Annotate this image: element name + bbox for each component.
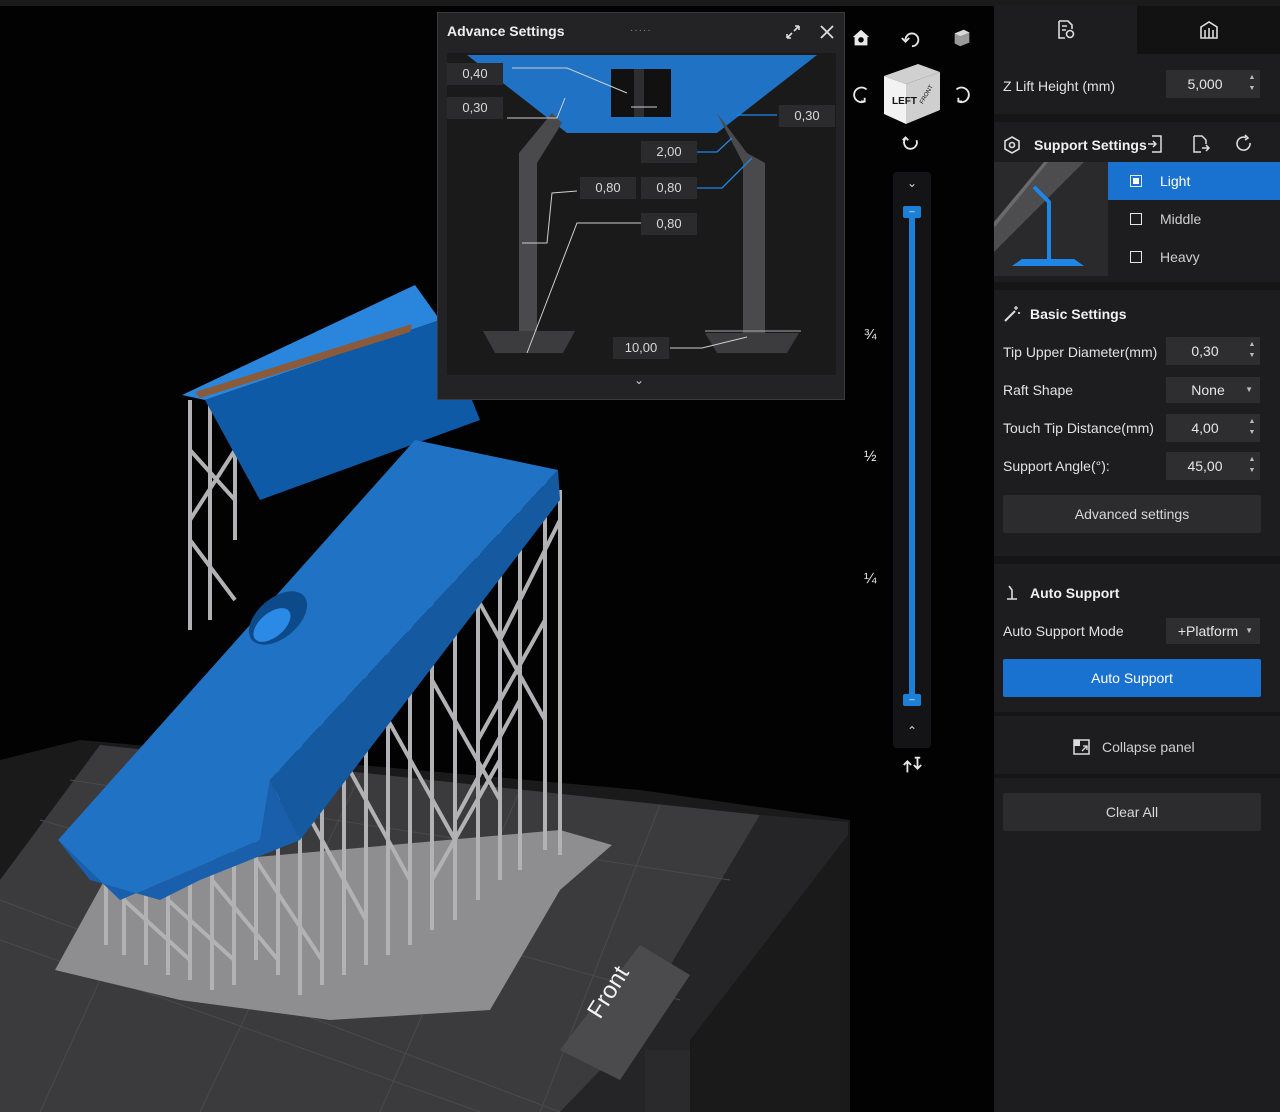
- rotate-right-icon[interactable]: [948, 81, 976, 109]
- slider-bottom-handle[interactable]: –: [903, 694, 921, 706]
- checkbox-icon: [1130, 213, 1142, 225]
- tip-upper-label: Tip Upper Diameter(mm): [1003, 344, 1158, 360]
- rotate-left-icon[interactable]: [847, 81, 875, 109]
- raft-shape-label: Raft Shape: [1003, 382, 1074, 398]
- touch-tip-label: Touch Tip Distance(mm): [1003, 420, 1154, 436]
- diagram-left-support: [519, 113, 562, 333]
- divider: [994, 712, 1280, 716]
- tip-right-value: 0,30: [779, 105, 835, 127]
- support-settings-title: Support Settings: [1034, 137, 1147, 153]
- divider: [994, 774, 1280, 778]
- basic-settings-title: Basic Settings: [1030, 306, 1127, 322]
- divider: [994, 282, 1280, 290]
- view-cube[interactable]: LEFT FRONT: [878, 58, 948, 130]
- layer-range-icon[interactable]: [898, 751, 926, 779]
- support-angle-label: Support Angle(°):: [1003, 458, 1110, 474]
- support-diameter-left-value: 0,80: [580, 177, 636, 199]
- slider-label-quarter: ¼: [864, 570, 877, 587]
- slider-label-half: ½: [864, 448, 877, 465]
- layer-slider-track[interactable]: [909, 216, 915, 706]
- z-lift-stepper[interactable]: ▲ ▼: [1246, 72, 1258, 96]
- checkbox-icon: [1130, 251, 1142, 263]
- auto-support-mode-value: +Platform: [1177, 623, 1239, 639]
- cube-left-label: LEFT: [892, 96, 917, 107]
- reset-icon[interactable]: [1230, 130, 1258, 158]
- slider-label-three-quarters: ¾: [864, 326, 877, 343]
- collapse-panel-label: Collapse panel: [1102, 739, 1195, 755]
- support-tab-icon: [1199, 21, 1218, 39]
- preset-middle-label: Middle: [1160, 211, 1202, 227]
- raft-shape-value: None: [1191, 382, 1225, 398]
- perspective-cube-icon[interactable]: [948, 24, 976, 52]
- tip-upper-input[interactable]: [1166, 337, 1244, 365]
- export-icon[interactable]: [1186, 130, 1214, 158]
- preset-light-label: Light: [1160, 173, 1191, 189]
- home-view-icon[interactable]: [847, 24, 875, 52]
- support-angle-stepper[interactable]: ▲ ▼: [1246, 454, 1258, 478]
- rotate-down-icon[interactable]: [897, 128, 925, 156]
- expand-icon[interactable]: [782, 21, 804, 43]
- slider-up-chevron-icon[interactable]: ⌄: [903, 176, 921, 190]
- touch-tip-field[interactable]: ▲▼: [1166, 414, 1260, 442]
- dialog-collapse-chevron-icon[interactable]: ⌄: [634, 373, 644, 387]
- base-diameter-value: 10,00: [613, 337, 669, 359]
- collapse-icon: [1073, 739, 1090, 755]
- clear-all-button[interactable]: Clear All: [1003, 793, 1261, 831]
- preset-heavy[interactable]: Heavy: [1108, 238, 1280, 276]
- z-lift-label: Z Lift Height (mm): [1003, 78, 1116, 94]
- checkbox-icon: [1130, 175, 1142, 187]
- z-lift-field[interactable]: ▲▼: [1166, 70, 1260, 98]
- touch-tip-stepper[interactable]: ▲ ▼: [1246, 416, 1258, 440]
- tab-support[interactable]: [1137, 6, 1280, 54]
- slider-down-chevron-icon[interactable]: ⌃: [903, 724, 921, 738]
- preset-middle[interactable]: Middle: [1108, 200, 1280, 238]
- collapse-panel-button[interactable]: Collapse panel: [1064, 734, 1224, 760]
- divider: [994, 114, 1280, 122]
- tip-left-value: 0,30: [447, 97, 503, 119]
- support-angle-field[interactable]: ▲▼: [1166, 452, 1260, 480]
- tip-upper-field[interactable]: ▲▼: [1166, 337, 1260, 365]
- diagram-right-base: [705, 333, 799, 353]
- raft-shape-select[interactable]: None ▼: [1166, 377, 1260, 403]
- tip-top-value: 0,40: [447, 63, 503, 85]
- support-diagram: 0,40 0,30 0,30 2,00 0,80 0,80 0,80 10,00: [447, 53, 836, 375]
- auto-support-button[interactable]: Auto Support: [1003, 659, 1261, 697]
- magic-wand-icon: [1003, 305, 1021, 323]
- tab-file-settings[interactable]: [994, 6, 1137, 54]
- advanced-settings-button[interactable]: Advanced settings: [1003, 495, 1261, 533]
- auto-support-mode-label: Auto Support Mode: [1003, 623, 1124, 639]
- auto-support-title: Auto Support: [1030, 585, 1120, 601]
- tip-upper-stepper[interactable]: ▲ ▼: [1246, 339, 1258, 363]
- hexagon-settings-icon: [1003, 136, 1021, 154]
- dropdown-arrow-icon: ▼: [1245, 626, 1253, 635]
- support-angle-input[interactable]: [1166, 452, 1244, 480]
- file-gear-icon: [1057, 20, 1074, 39]
- slider-top-handle[interactable]: –: [903, 206, 921, 218]
- dropdown-arrow-icon: ▼: [1245, 385, 1253, 394]
- z-lift-input[interactable]: [1166, 70, 1244, 98]
- right-panel: Z Lift Height (mm) ▲▼ Support Settings L…: [994, 6, 1280, 1112]
- touch-tip-input[interactable]: [1166, 414, 1244, 442]
- preset-heavy-label: Heavy: [1160, 249, 1200, 265]
- support-bottom-value: 0,80: [641, 213, 697, 235]
- support-pin-icon: [1003, 584, 1021, 602]
- undo-view-icon[interactable]: [897, 24, 925, 52]
- import-icon[interactable]: [1141, 130, 1169, 158]
- preset-light[interactable]: Light: [1108, 162, 1280, 200]
- diagram-left-base: [483, 331, 575, 353]
- support-diameter-right-value: 0,80: [641, 177, 697, 199]
- dialog-title: Advance Settings: [447, 23, 565, 39]
- auto-support-mode-select[interactable]: +Platform ▼: [1166, 618, 1260, 644]
- divider: [994, 556, 1280, 564]
- tip-length-value: 2,00: [641, 141, 697, 163]
- close-icon[interactable]: [816, 21, 838, 43]
- advance-settings-dialog: Advance Settings ····· 0,40 0,30 0,30 2,…: [437, 12, 845, 400]
- drag-handle[interactable]: ·····: [630, 25, 652, 36]
- stand: [645, 1050, 690, 1112]
- support-preview: [994, 162, 1108, 276]
